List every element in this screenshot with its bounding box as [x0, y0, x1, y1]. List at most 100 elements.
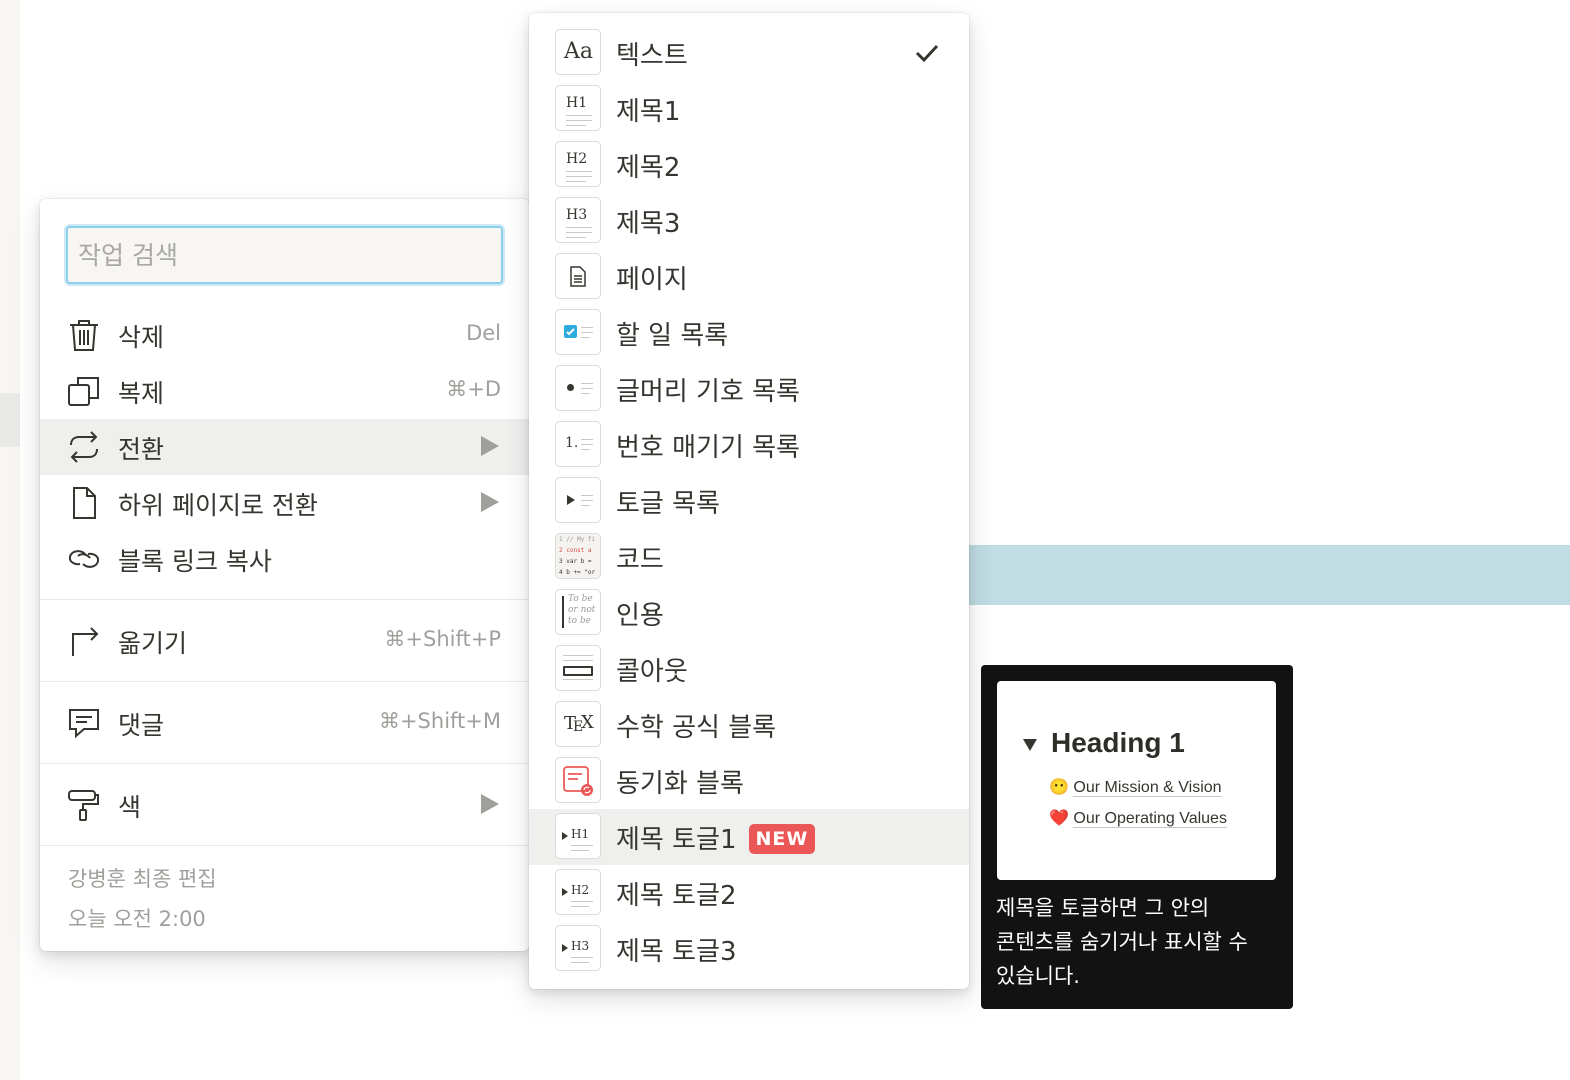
block-type-code[interactable]: 1 // My fi 2 const a 3 var b = 4 b += "o…	[529, 529, 969, 585]
preview-card: Heading 1 😶 Our Mission & Vision ❤️ Our …	[997, 681, 1276, 880]
block-type-bulleted-list[interactable]: 글머리 기호 목록	[529, 361, 969, 417]
duplicate-menu-item[interactable]: 복제 ⌘+D	[40, 363, 529, 419]
menu-item-label: 전환	[118, 435, 165, 464]
bullet-icon	[555, 365, 601, 411]
link-icon	[68, 550, 100, 568]
text-block-icon: Aa	[555, 29, 601, 75]
page-icon	[73, 487, 96, 519]
menu-item-label: 댓글	[118, 711, 165, 740]
block-type-toggle-heading-2[interactable]: H2 제목 토글2	[529, 865, 969, 921]
block-type-label: 콜아웃	[616, 657, 688, 687]
toggle-heading-2-icon: H2	[555, 869, 601, 915]
block-type-label-text: 제목 토글1	[616, 825, 737, 855]
copy-block-link-menu-item[interactable]: 블록 링크 복사	[40, 531, 529, 587]
preview-heading: Heading 1	[1051, 727, 1185, 758]
quote-line: To be	[568, 594, 593, 604]
move-to-icon	[72, 627, 99, 656]
block-type-label: 수학 공식 블록	[616, 713, 777, 743]
menu-divider	[40, 763, 529, 764]
checkbox-icon	[555, 309, 601, 355]
color-menu-item[interactable]: 색	[40, 777, 529, 833]
delete-menu-item[interactable]: 삭제 Del	[40, 307, 529, 363]
turn-into-icon	[70, 431, 98, 463]
turn-into-page-menu-item[interactable]: 하위 페이지로 전환	[40, 475, 529, 531]
block-type-label: 제목 토글3	[616, 937, 737, 967]
block-type-label: 할 일 목록	[616, 321, 729, 351]
block-type-toggle-list[interactable]: 토글 목록	[529, 473, 969, 529]
shortcut-hint: ⌘+D	[446, 377, 501, 401]
block-type-text[interactable]: Aa 텍스트	[529, 25, 969, 81]
toggle-icon	[555, 477, 601, 523]
turn-into-submenu: Aa 텍스트 H1 제목1 H2 제목2 H3 제목3 페이지 할 일 목록 글…	[529, 13, 969, 989]
tooltip-description: 제목을 토글하면 그 안의 콘텐츠를 숨기거나 표시할 수 있습니다.	[996, 896, 1248, 988]
menu-item-label: 옮기기	[118, 629, 188, 658]
heart-icon: ❤️	[1049, 810, 1069, 827]
checkmark-icon	[915, 44, 939, 63]
last-edited-by: 강병훈 최종 편집	[68, 867, 217, 891]
search-input[interactable]	[66, 226, 503, 284]
code-line: 3 var b =	[559, 558, 592, 565]
block-type-heading-1[interactable]: H1 제목1	[529, 81, 969, 137]
block-type-numbered-list[interactable]: 1. 번호 매기기 목록	[529, 417, 969, 473]
block-type-math-equation[interactable]: T E X 수학 공식 블록	[529, 697, 969, 753]
block-type-todo-list[interactable]: 할 일 목록	[529, 305, 969, 361]
tex-letter: X	[581, 712, 594, 733]
shortcut-hint: ⌘+Shift+M	[378, 709, 501, 733]
callout-icon	[555, 645, 601, 691]
block-action-menu: 삭제 Del 복제 ⌘+D 전환 하위 페이지로 전환 블록 링크 복사	[40, 199, 529, 951]
block-type-label: 인용	[616, 601, 664, 631]
turn-into-menu-item[interactable]: 전환	[40, 419, 529, 475]
block-type-label: 제목1	[616, 97, 681, 127]
menu-divider	[40, 845, 529, 846]
block-type-label: 페이지	[616, 265, 688, 295]
block-type-label: 제목 토글1 NEW	[616, 819, 816, 856]
new-badge: NEW	[748, 824, 816, 854]
shortcut-hint: Del	[466, 321, 501, 345]
quote-line: or not	[568, 605, 596, 615]
preview-row-text: Our Operating Values	[1073, 810, 1227, 828]
comment-icon	[69, 709, 99, 739]
block-type-heading-3[interactable]: H3 제목3	[529, 193, 969, 249]
block-type-label: 토글 목록	[616, 489, 720, 519]
menu-item-label: 블록 링크 복사	[118, 547, 272, 576]
block-type-page[interactable]: 페이지	[529, 249, 969, 305]
heading-3-icon: H3	[555, 197, 601, 243]
preview-row: 😶 Our Mission & Vision	[1049, 777, 1222, 797]
menu-divider	[40, 599, 529, 600]
block-type-label: 글머리 기호 목록	[616, 377, 800, 407]
heading-2-icon: H2	[555, 141, 601, 187]
comment-menu-item[interactable]: 댓글 ⌘+Shift+M	[40, 695, 529, 751]
block-type-synced-block[interactable]: 동기화 블록	[529, 753, 969, 809]
paint-roller-icon	[68, 790, 99, 821]
selected-block-marker	[0, 393, 20, 447]
emoji-icon: 😶	[1049, 779, 1069, 796]
toggle-heading-3-icon: H3	[555, 925, 601, 971]
numbered-list-icon: 1.	[555, 421, 601, 467]
menu-item-label: 색	[118, 793, 142, 822]
block-type-toggle-heading-1[interactable]: H1 제목 토글1 NEW	[529, 809, 969, 865]
page-icon	[555, 253, 601, 299]
toggle-triangle-icon	[1023, 739, 1037, 751]
menu-item-label: 삭제	[118, 323, 165, 352]
block-type-toggle-heading-3[interactable]: H3 제목 토글3	[529, 921, 969, 977]
synced-block-icon	[555, 757, 601, 803]
menu-item-label: 복제	[118, 379, 165, 408]
block-type-label: 코드	[616, 545, 664, 575]
quote-icon: To be or not to be	[555, 589, 601, 635]
background-callout-block	[960, 545, 1570, 605]
submenu-arrow-icon	[481, 794, 499, 814]
block-type-label: 번호 매기기 목록	[616, 433, 800, 463]
block-type-quote[interactable]: To be or not to be 인용	[529, 585, 969, 641]
menu-item-label: 하위 페이지로 전환	[118, 491, 318, 520]
block-type-heading-2[interactable]: H2 제목2	[529, 137, 969, 193]
block-type-label: 동기화 블록	[616, 769, 744, 799]
heading-1-icon: H1	[555, 85, 601, 131]
toggle-heading-1-icon: H1	[555, 813, 601, 859]
page-left-rail	[0, 0, 20, 1080]
block-type-callout[interactable]: 콜아웃	[529, 641, 969, 697]
move-to-menu-item[interactable]: 옮기기 ⌘+Shift+P	[40, 613, 529, 669]
tex-icon: T E X	[555, 701, 601, 747]
quote-line: to be	[568, 616, 591, 626]
submenu-arrow-icon	[481, 492, 499, 512]
preview-row: ❤️ Our Operating Values	[1049, 808, 1227, 828]
